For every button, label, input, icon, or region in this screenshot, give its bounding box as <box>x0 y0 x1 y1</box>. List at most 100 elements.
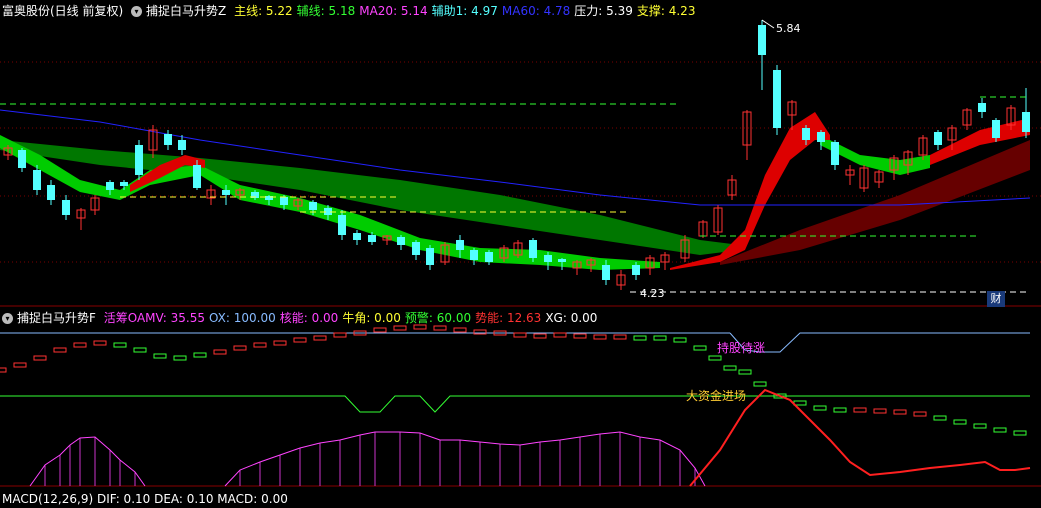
annotation-hold: 持股待涨 <box>717 340 765 355</box>
oamv-box <box>653 335 667 341</box>
oamv-box <box>13 362 27 368</box>
oamv-box <box>913 411 927 417</box>
oamv-box <box>573 333 587 339</box>
candle <box>1022 88 1030 138</box>
top-header-item-2: MA20: 5.14 <box>359 4 428 18</box>
oamv-box <box>273 340 287 346</box>
top-header-item-4: MA60: 4.78 <box>501 4 571 18</box>
oamv-box <box>953 419 967 425</box>
candle <box>426 245 434 270</box>
oamv-box <box>723 365 737 371</box>
top-header-item-3: 辅助1: 4.97 <box>431 4 498 18</box>
finance-badge[interactable]: 财 <box>987 291 1005 307</box>
candle <box>353 230 361 245</box>
candle <box>874 170 884 188</box>
sub-header-item-0: 活筹OAMV: 35.55 <box>103 311 205 325</box>
low-price-label: 4.23 <box>640 287 665 300</box>
top-header-item-0: 主线: 5.22 <box>234 4 293 18</box>
sub-header-item-2: 核能: 0.00 <box>279 311 339 325</box>
candle <box>397 235 405 250</box>
chart-area[interactable]: 5.84 4.23 持股待涨 大资金进场 <box>0 0 1041 499</box>
top-header-item-1: 辅线: 5.18 <box>296 4 356 18</box>
candle <box>135 140 143 180</box>
oamv-box <box>933 415 947 421</box>
energy-outline-2 <box>224 431 706 487</box>
oamv-box <box>613 334 627 340</box>
candle <box>164 130 172 150</box>
oamv-box <box>673 337 687 343</box>
oamv-box <box>993 427 1007 433</box>
oamv-box <box>0 367 7 373</box>
candle <box>859 165 869 192</box>
oamv-box <box>233 345 247 351</box>
candle <box>485 250 493 265</box>
candle <box>513 240 523 258</box>
oamv-box <box>533 333 547 339</box>
oamv-box <box>113 342 127 348</box>
sub-header-item-6: XG: 0.00 <box>545 311 598 325</box>
candle <box>660 252 670 270</box>
candle <box>178 135 186 155</box>
candle <box>616 270 626 290</box>
indicator-menu-icon[interactable]: ▾ <box>131 6 143 17</box>
oamv-box <box>53 347 67 353</box>
top-header-item-6: 支撑: 4.23 <box>636 4 696 18</box>
candle <box>698 220 708 238</box>
main-chart-header: 富奥股份(日线 前复权) ▾ 捕捉白马升势Z 主线: 5.22 辅线: 5.18 MA… <box>2 2 703 20</box>
oamv-box <box>753 381 767 387</box>
macd-header: MACD(12,26,9) DIF: 0.10 DEA: 0.10 MACD: … <box>2 490 292 508</box>
oamv-box <box>693 345 707 351</box>
stock-title: 富奥股份(日线 前复权) <box>2 4 124 18</box>
sub-header-item-1: OX: 100.00 <box>208 311 276 325</box>
candle <box>845 165 855 185</box>
oamv-box <box>633 335 647 341</box>
oamv-box <box>213 349 227 355</box>
oamv-box <box>893 409 907 415</box>
oamv-box <box>33 355 47 361</box>
oamv-box <box>513 332 527 338</box>
annotation-capital-inflow: 大资金进场 <box>686 388 746 403</box>
oamv-box <box>1013 430 1027 436</box>
candle <box>727 175 737 200</box>
warning-line <box>0 395 1030 413</box>
candle <box>206 185 216 205</box>
candle <box>978 98 986 118</box>
candle <box>18 148 26 172</box>
sub-header-item-5: 势能: 12.63 <box>475 311 542 325</box>
indicator-name[interactable]: 捕捉白马升势Z <box>146 4 226 18</box>
candle <box>47 180 55 205</box>
candle <box>586 258 596 272</box>
oamv-box <box>813 405 827 411</box>
oamv-box <box>173 355 187 361</box>
candle <box>148 125 158 158</box>
candle <box>962 108 972 130</box>
oamv-box <box>833 407 847 413</box>
sub-indicator-name[interactable]: 捕捉白马升势F <box>17 311 96 325</box>
oamv-box <box>973 423 987 429</box>
oamv-box <box>93 340 107 346</box>
sub-chart-header: ▾ 捕捉白马升势F 活筹OAMV: 35.55 OX: 100.00 核能: 0.00… <box>2 309 605 327</box>
oamv-box <box>333 332 347 338</box>
candle <box>62 195 70 220</box>
candle <box>713 205 723 235</box>
candle <box>773 65 781 135</box>
energy-outline-1 <box>29 436 146 487</box>
oamv-box <box>453 327 467 333</box>
sub-indicator-menu-icon[interactable]: ▾ <box>2 313 13 324</box>
sub-header-item-3: 牛角: 0.00 <box>342 311 401 325</box>
oamv-box <box>873 408 887 414</box>
candle <box>817 130 825 150</box>
top-header-item-5: 压力: 5.39 <box>574 4 633 18</box>
candle <box>934 130 942 150</box>
high-price-label: 5.84 <box>776 22 801 35</box>
oamv-box <box>313 335 327 341</box>
oamv-box <box>153 353 167 359</box>
oamv-box <box>553 332 567 338</box>
candle <box>831 140 839 170</box>
candle <box>382 235 392 245</box>
oamv-box <box>853 407 867 413</box>
oamv-box <box>293 337 307 343</box>
momentum-line <box>689 388 1031 487</box>
oamv-box <box>253 342 267 348</box>
macd-header-text: MACD(12,26,9) DIF: 0.10 DEA: 0.10 MACD: … <box>2 492 288 506</box>
